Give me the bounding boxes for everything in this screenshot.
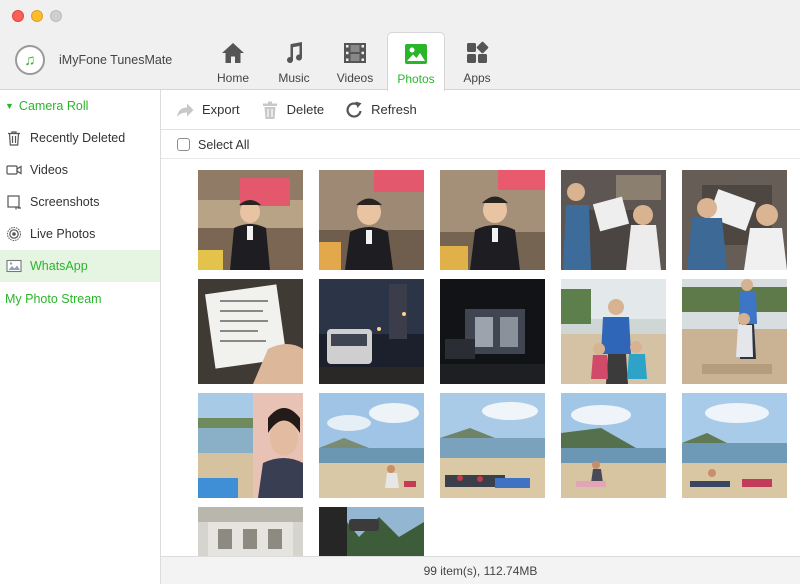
sidebar-item-screenshots[interactable]: Screenshots	[0, 186, 160, 218]
image-icon	[6, 259, 22, 273]
refresh-button[interactable]: Refresh	[344, 100, 417, 120]
film-icon	[344, 43, 366, 63]
select-all-label[interactable]: Select All	[198, 138, 249, 152]
disclosure-triangle-icon[interactable]: ▼	[5, 101, 14, 111]
item-count-status: 99 item(s), 112.74MB	[423, 563, 538, 578]
app-logo-icon: ♫	[15, 45, 45, 75]
tab-photos[interactable]: Photos	[387, 32, 445, 91]
music-note-icon	[287, 42, 303, 64]
minimize-window-button[interactable]	[31, 10, 43, 22]
photo-thumbnail[interactable]	[319, 393, 424, 498]
photo-icon	[405, 44, 427, 64]
zoom-window-button[interactable]	[50, 10, 62, 22]
app-name: iMyFone TunesMate	[59, 53, 173, 67]
photo-thumbnail[interactable]	[198, 507, 303, 556]
photo-thumbnail[interactable]	[319, 170, 424, 270]
photo-thumbnail[interactable]	[198, 170, 303, 270]
select-all-row: Select All	[161, 131, 800, 159]
tab-videos[interactable]: Videos	[326, 32, 384, 90]
trash-icon	[8, 131, 20, 146]
photo-thumbnail[interactable]	[319, 507, 424, 556]
photo-thumbnail[interactable]	[198, 279, 303, 384]
close-window-button[interactable]	[12, 10, 24, 22]
tab-home[interactable]: Home	[204, 32, 262, 90]
toolbar: Export Delete Refresh	[161, 90, 800, 130]
apps-icon	[467, 41, 489, 63]
photo-grid	[198, 170, 798, 556]
select-all-checkbox[interactable]	[177, 138, 190, 151]
photo-thumbnail[interactable]	[561, 279, 666, 384]
photo-thumbnail[interactable]	[198, 393, 303, 498]
photo-thumbnail[interactable]	[682, 393, 787, 498]
live-photo-icon	[7, 227, 21, 241]
refresh-icon	[346, 101, 362, 118]
export-arrow-icon	[177, 103, 194, 117]
sidebar-item-recently-deleted[interactable]: Recently Deleted	[0, 122, 160, 154]
photo-thumbnail[interactable]	[440, 170, 545, 270]
photo-thumbnail[interactable]	[319, 279, 424, 384]
photo-thumbnail[interactable]	[561, 170, 666, 270]
photo-thumbnail[interactable]	[682, 170, 787, 270]
home-icon	[222, 43, 244, 63]
screenshot-icon	[7, 195, 21, 210]
sidebar-group-camera-roll[interactable]: ▼ Camera Roll	[5, 99, 88, 113]
photo-thumbnail[interactable]	[561, 393, 666, 498]
window-controls	[12, 10, 62, 22]
photo-thumbnail[interactable]	[440, 279, 545, 384]
tab-apps[interactable]: Apps	[448, 32, 506, 90]
sidebar-item-whatsapp[interactable]: WhatsApp	[0, 250, 160, 282]
photo-thumbnail[interactable]	[440, 393, 545, 498]
tab-music[interactable]: Music	[265, 32, 323, 90]
status-bar: 99 item(s), 112.74MB	[161, 556, 800, 584]
title-bar: ♫ iMyFone TunesMate Home Music Videos Ph…	[0, 0, 800, 91]
trash-icon	[262, 101, 277, 119]
video-camera-icon	[6, 165, 22, 175]
sidebar: ▼ Camera Roll Recently Deleted Videos Sc…	[0, 90, 161, 584]
delete-button[interactable]: Delete	[260, 100, 324, 120]
sidebar-item-my-photo-stream[interactable]: My Photo Stream	[5, 292, 102, 306]
sidebar-item-live-photos[interactable]: Live Photos	[0, 218, 160, 250]
export-button[interactable]: Export	[175, 100, 240, 120]
brand: ♫ iMyFone TunesMate	[15, 45, 172, 75]
photo-thumbnail[interactable]	[682, 279, 787, 384]
sidebar-item-videos[interactable]: Videos	[0, 154, 160, 186]
main-nav: Home Music Videos Photos Apps	[204, 32, 506, 91]
